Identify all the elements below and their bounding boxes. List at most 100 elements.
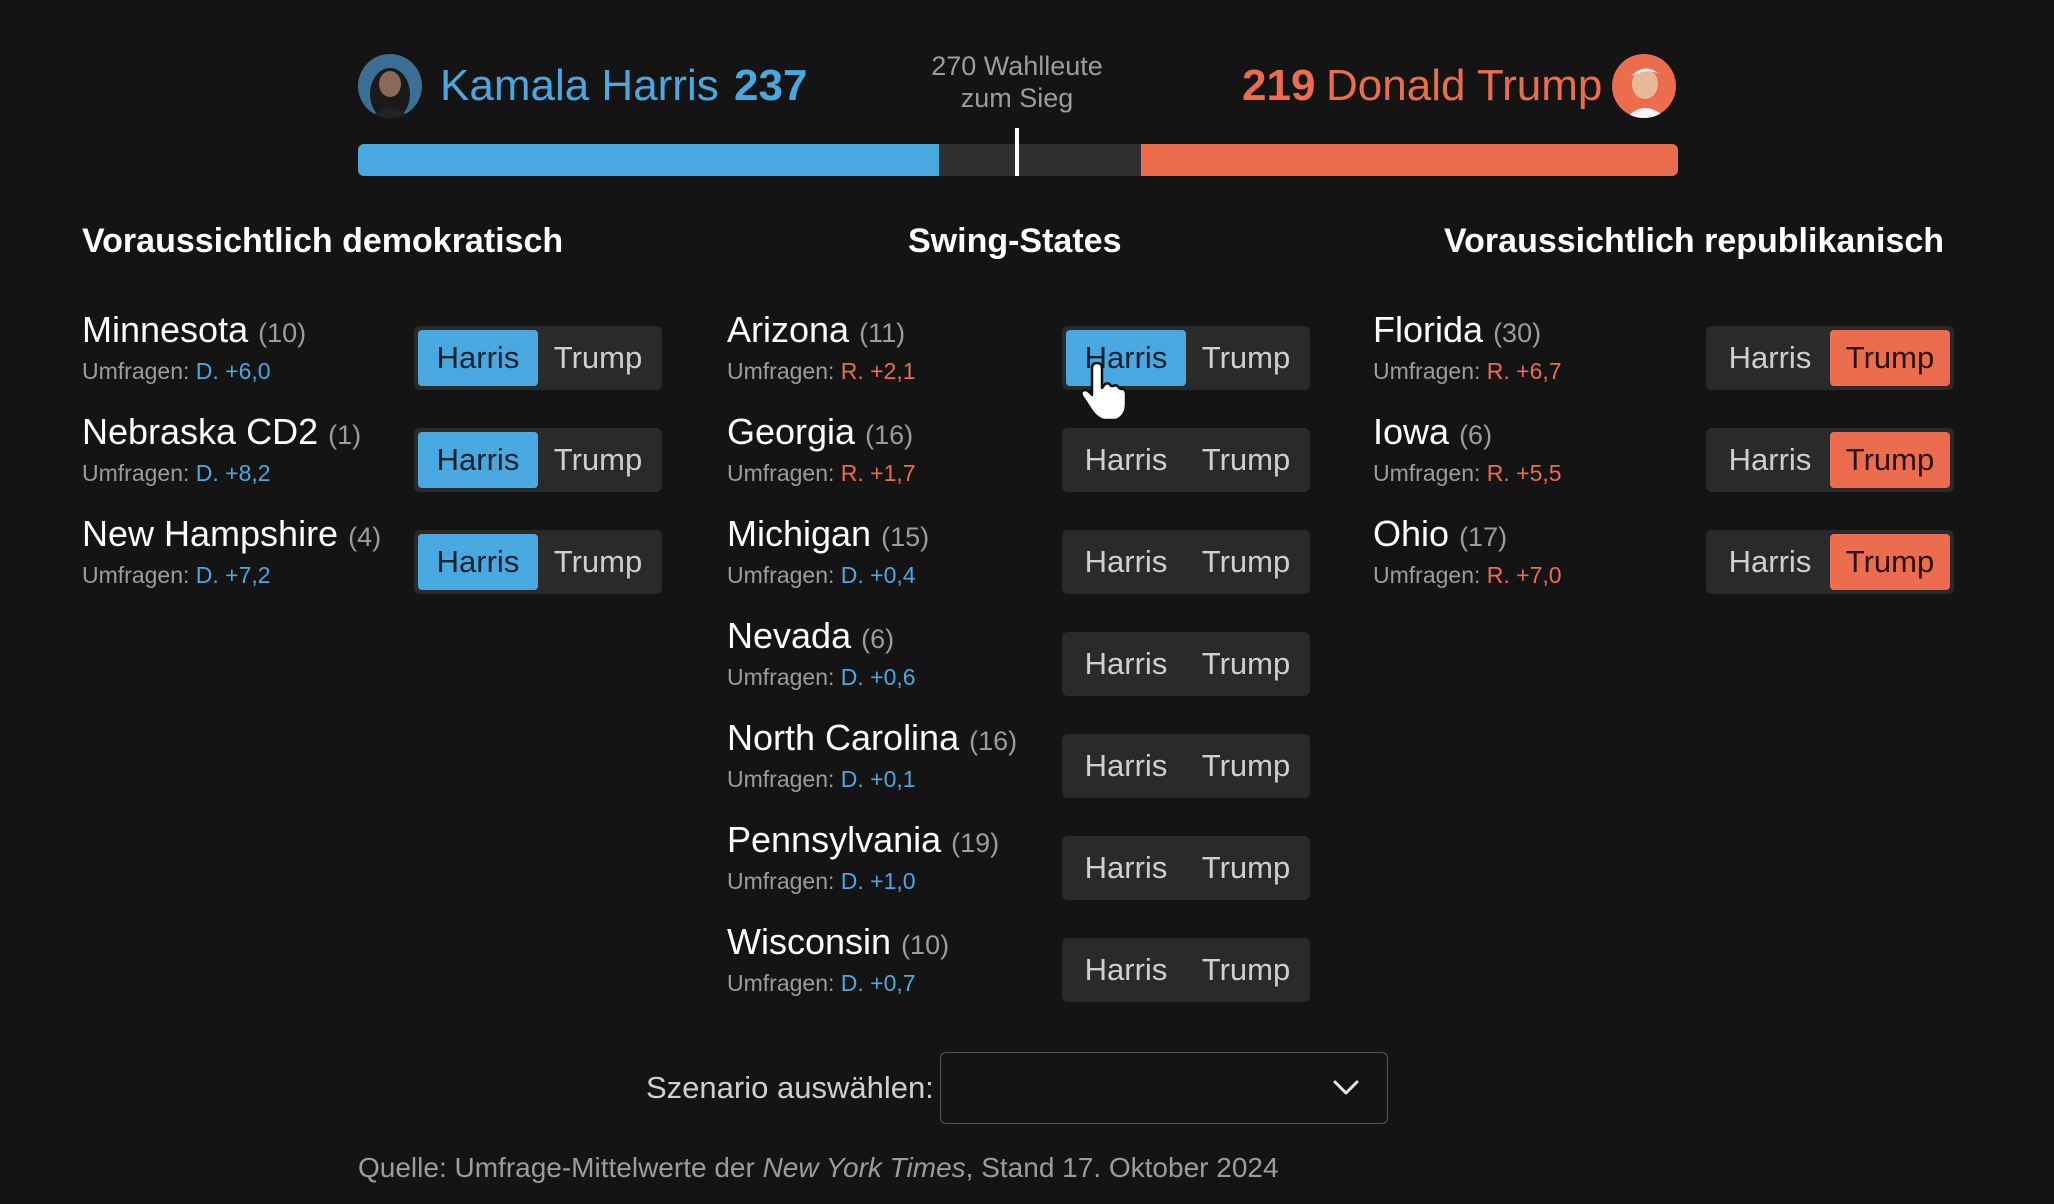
harris-electoral-votes: 237 (734, 61, 808, 110)
trump-name: Donald Trump (1326, 61, 1603, 110)
state-name: Michigan (15) (727, 516, 929, 552)
trump-button[interactable]: Trump (1186, 840, 1306, 896)
toggle-wisconsin: Harris Trump (1062, 938, 1310, 1002)
trump-button[interactable]: Trump (1830, 432, 1950, 488)
poll-value: D. +0,7 (840, 970, 916, 996)
state-electors: (10) (901, 930, 950, 960)
trump-button[interactable]: Trump (1186, 738, 1306, 794)
trump-button[interactable]: Trump (1186, 636, 1306, 692)
state-electors: (17) (1459, 522, 1508, 552)
trump-button[interactable]: Trump (1830, 534, 1950, 590)
harris-button[interactable]: Harris (1066, 942, 1186, 998)
poll-prefix: Umfragen: (727, 664, 835, 690)
state-electors: (16) (865, 420, 914, 450)
poll-line: Umfragen: D. +0,4 (727, 564, 929, 587)
state-name: Nevada (6) (727, 618, 916, 654)
harris-button[interactable]: Harris (1710, 330, 1830, 386)
poll-line: Umfragen: D. +0,1 (727, 768, 1017, 791)
poll-line: Umfragen: D. +7,2 (82, 564, 381, 587)
toggle-florida: Harris Trump (1706, 326, 1954, 390)
trump-button[interactable]: Trump (1186, 330, 1306, 386)
trump-button[interactable]: Trump (1186, 942, 1306, 998)
state-electors: (4) (348, 522, 382, 552)
poll-line: Umfragen: D. +1,0 (727, 870, 999, 893)
harris-button[interactable]: Harris (1066, 738, 1186, 794)
poll-line: Umfragen: D. +6,0 (82, 360, 306, 383)
toggle-north-carolina: Harris Trump (1062, 734, 1310, 798)
harris-button[interactable]: Harris (1710, 534, 1830, 590)
toggle-nebraska-cd2: Harris Trump (414, 428, 662, 492)
poll-value: D. +6,0 (195, 358, 271, 384)
trump-button[interactable]: Trump (538, 330, 658, 386)
trump-progress-fill (1140, 144, 1678, 176)
state-row-florida: Florida (30) Umfragen: R. +6,7 (1373, 312, 1562, 383)
harris-button[interactable]: Harris (418, 534, 538, 590)
harris-button[interactable]: Harris (1066, 636, 1186, 692)
harris-button[interactable]: Harris (1066, 432, 1186, 488)
toggle-minnesota: Harris Trump (414, 326, 662, 390)
poll-value: D. +0,4 (840, 562, 916, 588)
state-row-north-carolina: North Carolina (16) Umfragen: D. +0,1 (727, 720, 1017, 791)
trump-button[interactable]: Trump (1830, 330, 1950, 386)
poll-value: R. +7,0 (1486, 562, 1562, 588)
toggle-pennsylvania: Harris Trump (1062, 836, 1310, 900)
chevron-down-icon (1331, 1077, 1361, 1104)
state-electors: (1) (328, 420, 362, 450)
state-name: Pennsylvania (19) (727, 822, 999, 858)
poll-prefix: Umfragen: (82, 460, 190, 486)
state-electors: (19) (951, 828, 1000, 858)
state-label: Michigan (727, 513, 872, 554)
state-row-iowa: Iowa (6) Umfragen: R. +5,5 (1373, 414, 1562, 485)
state-label: Iowa (1373, 411, 1450, 452)
toggle-ohio: Harris Trump (1706, 530, 1954, 594)
harris-button[interactable]: Harris (418, 432, 538, 488)
toggle-new-hampshire: Harris Trump (414, 530, 662, 594)
state-row-minnesota: Minnesota (10) Umfragen: D. +6,0 (82, 312, 306, 383)
trump-button[interactable]: Trump (538, 534, 658, 590)
scenario-label: Szenario auswählen: (646, 1070, 934, 1105)
state-name: North Carolina (16) (727, 720, 1017, 756)
poll-line: Umfragen: R. +2,1 (727, 360, 916, 383)
harris-button[interactable]: Harris (1066, 840, 1186, 896)
state-electors: (10) (258, 318, 307, 348)
trump-button[interactable]: Trump (1186, 432, 1306, 488)
poll-line: Umfragen: D. +0,6 (727, 666, 916, 689)
state-label: Pennsylvania (727, 819, 942, 860)
state-label: Georgia (727, 411, 856, 452)
poll-value: D. +0,6 (840, 664, 916, 690)
poll-line: Umfragen: D. +0,7 (727, 972, 949, 995)
state-name: Florida (30) (1373, 312, 1562, 348)
state-name: Arizona (11) (727, 312, 916, 348)
threshold-line-1: 270 Wahlleute (931, 51, 1103, 81)
state-electors: (15) (881, 522, 930, 552)
toggle-iowa: Harris Trump (1706, 428, 1954, 492)
poll-prefix: Umfragen: (1373, 460, 1481, 486)
toggle-georgia: Harris Trump (1062, 428, 1310, 492)
trump-button[interactable]: Trump (1186, 534, 1306, 590)
harris-progress-fill (358, 144, 940, 176)
toggle-michigan: Harris Trump (1062, 530, 1310, 594)
poll-value: R. +2,1 (840, 358, 916, 384)
state-electors: (11) (859, 318, 906, 348)
harris-button[interactable]: Harris (1066, 534, 1186, 590)
harris-button[interactable]: Harris (418, 330, 538, 386)
toggle-nevada: Harris Trump (1062, 632, 1310, 696)
state-row-new-hampshire: New Hampshire (4) Umfragen: D. +7,2 (82, 516, 381, 587)
state-label: Nebraska CD2 (82, 411, 319, 452)
poll-line: Umfragen: D. +8,2 (82, 462, 361, 485)
poll-prefix: Umfragen: (727, 868, 835, 894)
state-row-nebraska-cd2: Nebraska CD2 (1) Umfragen: D. +8,2 (82, 414, 361, 485)
poll-value: D. +0,1 (840, 766, 916, 792)
state-name: New Hampshire (4) (82, 516, 381, 552)
harris-name: Kamala Harris (440, 61, 719, 110)
scenario-select[interactable] (940, 1052, 1388, 1124)
source-publication: New York Times (762, 1152, 966, 1183)
hand-cursor-icon (1078, 361, 1132, 429)
threshold-line-2: zum Sieg (960, 83, 1074, 113)
state-row-pennsylvania: Pennsylvania (19) Umfragen: D. +1,0 (727, 822, 999, 893)
state-name: Nebraska CD2 (1) (82, 414, 361, 450)
poll-value: R. +1,7 (840, 460, 916, 486)
poll-value: D. +8,2 (195, 460, 271, 486)
trump-button[interactable]: Trump (538, 432, 658, 488)
harris-button[interactable]: Harris (1710, 432, 1830, 488)
